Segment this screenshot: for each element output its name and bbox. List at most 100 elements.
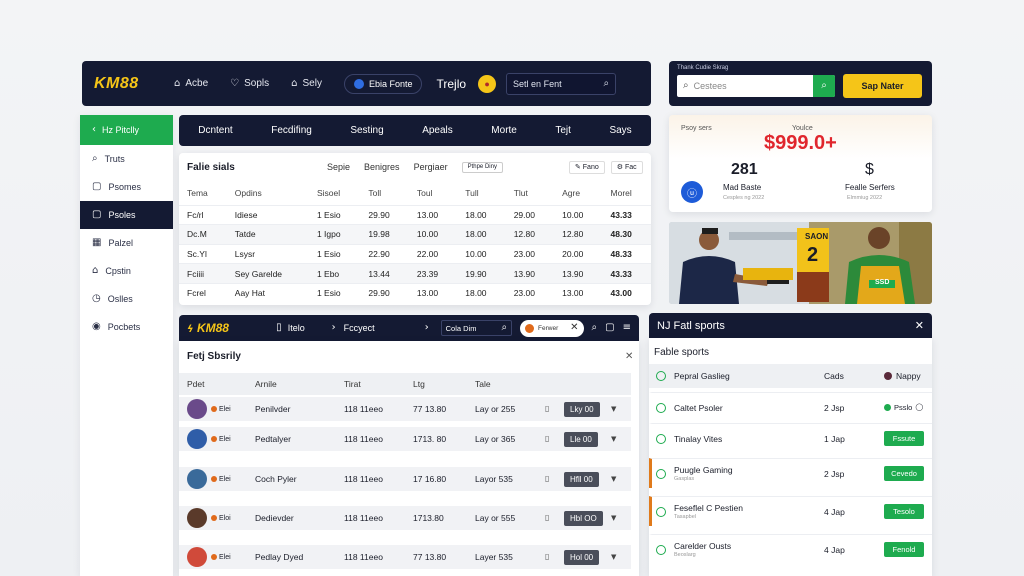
column-header[interactable]: Agre xyxy=(554,181,602,205)
row-action-button[interactable]: Hol 00 xyxy=(564,549,600,565)
table-cell: 19.98 xyxy=(360,224,409,245)
list-item[interactable]: Eloi Dedievder 118 11eeo 1713.80 Lay or 555 ▯… xyxy=(179,506,631,530)
tab-bar: Dcntent Fecdifing Sesting Apeals Morte T… xyxy=(179,115,651,146)
window2-nav-fccyect[interactable]: › Fccyect xyxy=(332,323,425,334)
sports-action-button[interactable]: Fenold xyxy=(884,542,924,557)
sports-panel: Fable sports Pepral Gaslieg Cads Nappy C… xyxy=(649,338,932,576)
table-row[interactable]: Fc/rl Idiese 1 Esio 29.90 13.00 18.00 29.00 10.… xyxy=(179,204,651,225)
tab-says[interactable]: Says xyxy=(609,125,631,136)
doc-icon[interactable]: ▯ xyxy=(545,405,549,413)
avatar[interactable]: ● xyxy=(478,74,497,93)
right-search-input[interactable]: ⌕ Cestees ⌕ xyxy=(677,75,835,97)
row-action-button[interactable]: Lky 00 xyxy=(564,401,600,417)
row-status[interactable]: Psslo ◯ xyxy=(884,403,923,412)
sports-row[interactable]: Feseflel C Pestien Tasapbel 4 Jap Tesolo xyxy=(649,496,932,526)
window2-nav-itelo[interactable]: ▯ Itelo xyxy=(276,323,331,334)
doc-icon[interactable]: ▯ xyxy=(545,475,549,483)
column-header[interactable]: Tema xyxy=(179,181,227,205)
table-cell: 10.00 xyxy=(408,224,458,245)
row-action-button[interactable]: Hfll 00 xyxy=(564,471,599,487)
close-icon[interactable]: ✕ xyxy=(915,320,924,331)
second-window-bar: ϟ KM88 ▯ Itelo › Fccyect › Cola Dim ⌕ Ferwe… xyxy=(179,315,639,341)
row-tag: Eloi xyxy=(219,514,231,522)
sports-row[interactable]: Tinalay Vites 1 Jap Fssute xyxy=(649,423,932,453)
tab-sesting[interactable]: Sesting xyxy=(350,125,383,136)
circle-icon xyxy=(656,544,666,555)
promo-banner[interactable]: SAON 2 SSD xyxy=(669,222,932,304)
table-row[interactable]: Sc.Yl Lsysr 1 Esio 22.90 22.00 10.00 23.00 20.0… xyxy=(179,243,651,264)
tab-dcntent[interactable]: Dcntent xyxy=(198,125,232,136)
action-fac-button[interactable]: ⚙ Fac xyxy=(610,160,643,174)
table-row[interactable]: Dc.M Tatde 1 Igpo 19.98 10.00 18.00 12.80 12.80… xyxy=(179,224,651,245)
row-tag: Elei xyxy=(219,475,231,483)
doc-icon[interactable]: ▯ xyxy=(545,514,549,522)
table-cell: 18.00 xyxy=(457,204,506,225)
column-header[interactable]: Tull xyxy=(457,181,505,205)
sidebar-item-cpstin[interactable]: ⌂ Cpstin xyxy=(80,257,173,285)
list-item[interactable]: Elei Pedtalyer 118 11eeo 1713. 80 Lay or 365… xyxy=(179,427,631,451)
filter-pergiaer[interactable]: Pergiaer xyxy=(414,162,448,172)
feature-pill[interactable]: Ebia Fonte xyxy=(343,73,423,94)
filter-box[interactable]: Pthpe Diny xyxy=(461,161,503,173)
sidebar-item-psomes[interactable]: ▢ Psomes xyxy=(80,173,173,201)
row-action-button[interactable]: Lle 00 xyxy=(564,431,598,447)
table-row[interactable]: Fciiii Sey Garelde 1 Ebo 13.44 23.39 19.90 13.… xyxy=(179,263,651,284)
search-icon[interactable]: ⌕ xyxy=(592,323,598,333)
tab-fecdifing[interactable]: Fecdifing xyxy=(271,125,312,136)
sports-row[interactable]: Caltet Psoler 2 Jsp Psslo ◯ xyxy=(649,392,932,422)
stat1-sub: Cesples ng 2022 xyxy=(723,195,765,201)
list-item[interactable]: Elei Penilvder 118 11eeo 77 13.80 Lay or 255… xyxy=(179,397,631,421)
column-header[interactable]: Tlut xyxy=(506,181,554,205)
action-fano-button[interactable]: ✎ Fano xyxy=(568,160,605,174)
tab-morte[interactable]: Morte xyxy=(491,125,517,136)
sports-action-button[interactable]: Tesolo xyxy=(884,504,924,519)
column-header[interactable]: Morel xyxy=(603,181,651,205)
list-icon[interactable]: ≡ xyxy=(623,323,631,333)
nav-item-acbe[interactable]: ⌂ Acbe xyxy=(174,78,208,89)
table-row[interactable]: Fcrel Aay Hat 1 Esio 29.90 13.00 18.00 23.00 13… xyxy=(179,282,651,303)
sports-row[interactable]: Carelder Ousts Beoslarg 4 Jap Fenold xyxy=(649,534,932,564)
sidebar-item-psoles[interactable]: ▢ Psoles xyxy=(80,201,173,229)
chevron-down-icon[interactable]: ▼ xyxy=(611,475,616,483)
sidebar-item-oslles[interactable]: ◷ Oslles xyxy=(80,285,173,313)
window2-pill[interactable]: Ferwer ✕ xyxy=(520,319,584,337)
tab-apeals[interactable]: Apeals xyxy=(422,125,453,136)
sports-row[interactable]: Puugle Gaming Gasplas 2 Jsp Cevedo xyxy=(649,458,932,488)
sidebar-item-featured[interactable]: ‹ Hz Pitclly xyxy=(80,115,173,145)
search-go-button[interactable]: ⌕ xyxy=(813,75,835,97)
column-header[interactable]: Opdins xyxy=(227,181,309,205)
sidebar-item-truts[interactable]: ⌕ Truts xyxy=(80,145,173,173)
sidebar-item-pocbets[interactable]: ◉ Pocbets xyxy=(80,313,173,341)
row-action-button[interactable]: Hbl OO xyxy=(564,510,603,526)
table-cell: 43.33 xyxy=(602,263,651,284)
window2-search-input[interactable]: Cola Dim ⌕ xyxy=(440,320,513,336)
nav-item-sely[interactable]: ⌂ Sely xyxy=(291,78,322,89)
doc-icon[interactable]: ▯ xyxy=(545,553,549,561)
logo[interactable]: KM88 xyxy=(94,75,174,93)
chevron-down-icon[interactable]: ▼ xyxy=(611,405,616,413)
sports-action-button[interactable]: Fssute xyxy=(884,431,924,446)
filter-benigres[interactable]: Benigres xyxy=(364,162,400,172)
sports-action-button[interactable]: Cevedo xyxy=(884,466,924,481)
sidebar-item-palzel[interactable]: ▦ Palzel xyxy=(80,229,173,257)
chevron-down-icon[interactable]: ▼ xyxy=(611,435,616,443)
column-header[interactable]: Toll xyxy=(360,181,408,205)
list-item[interactable]: Elei Pedlay Dyed 118 11eeo 77 13.80 Layer 53… xyxy=(179,545,631,569)
window2-header-row: Pdet Arnile Tirat Ltg Tale xyxy=(179,373,631,395)
table-cell: 10.00 xyxy=(554,204,603,225)
list-item[interactable]: Elei Coch Pyler 118 11eeo 17 16.80 Layor 535… xyxy=(179,467,631,491)
filter-sepie[interactable]: Sepie xyxy=(327,162,350,172)
window2-logo[interactable]: ϟ KM88 xyxy=(187,321,276,335)
close-icon[interactable]: ✕ xyxy=(625,351,633,362)
table-cell: 18.00 xyxy=(457,282,506,303)
column-header[interactable]: Sisoel xyxy=(309,181,360,205)
nav-item-sopls[interactable]: ♡ Sopls xyxy=(230,78,269,89)
tab-tejt[interactable]: Tejt xyxy=(555,125,571,136)
header-search-input[interactable]: Setl en Fent ⌕ xyxy=(506,72,617,95)
chevron-down-icon[interactable]: ▼ xyxy=(611,553,616,561)
copy-icon[interactable]: ▢ xyxy=(605,323,614,333)
chevron-down-icon[interactable]: ▼ xyxy=(611,514,616,522)
doc-icon[interactable]: ▯ xyxy=(545,435,549,443)
signup-button[interactable]: Sap Nater xyxy=(843,74,922,98)
column-header[interactable]: Toul xyxy=(409,181,457,205)
